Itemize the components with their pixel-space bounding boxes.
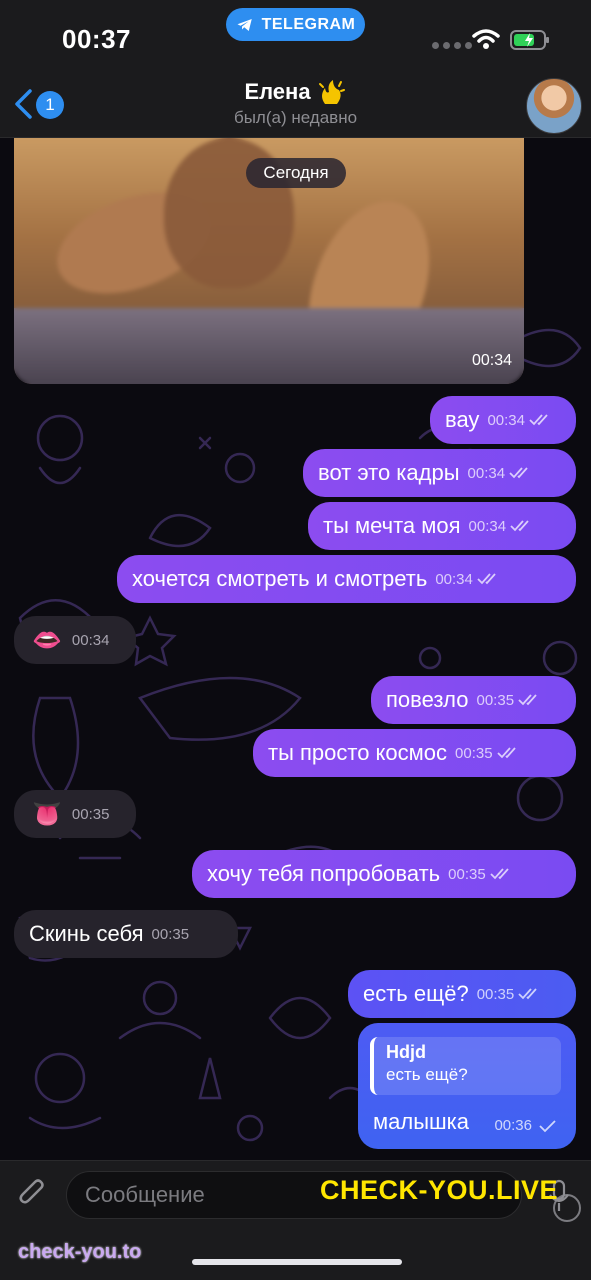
message-outgoing[interactable]: вау 00:34	[430, 396, 576, 444]
watermark-bottom: check-you.to	[18, 1241, 142, 1263]
check-icon	[539, 1119, 556, 1132]
message-text: Скинь себя	[29, 921, 144, 946]
reply-quote[interactable]: Hdjd есть ещё?	[370, 1037, 561, 1095]
chat-area[interactable]: 00:34 Сегодня вау 00:34 вот это кадры 00…	[0, 138, 591, 1160]
message-incoming[interactable]: 👅 00:35	[14, 790, 136, 838]
message-incoming[interactable]: 👄 00:34	[14, 616, 136, 664]
battery-icon	[510, 30, 549, 50]
message-outgoing[interactable]: ты просто космос 00:35	[253, 729, 576, 777]
double-check-icon	[496, 747, 516, 759]
paperclip-icon[interactable]	[16, 1177, 50, 1211]
double-check-icon	[477, 573, 496, 585]
chat-header: 1 Елена был(а) недавно	[0, 70, 591, 138]
double-check-icon	[490, 868, 509, 880]
contact-name: Елена	[244, 79, 311, 104]
chat-title[interactable]: Елена был(а) недавно	[0, 78, 591, 128]
message-outgoing[interactable]: хочу тебя попробовать 00:35	[192, 850, 576, 898]
lips-emoji-icon: 👄	[32, 626, 62, 654]
message-text: хочу тебя попробовать	[207, 861, 441, 886]
date-separator: Сегодня	[246, 158, 346, 188]
message-time: 00:34	[468, 517, 507, 535]
signal-icon	[432, 42, 472, 49]
message-time: 00:35	[476, 985, 515, 1003]
double-check-icon	[510, 520, 529, 532]
composer: CHECK-YOU.LIVE check-you.to	[0, 1160, 591, 1280]
message-time: 00:34	[71, 631, 110, 649]
message-text: повезло	[386, 687, 469, 712]
message-time: 00:34	[435, 570, 473, 588]
fire-emoji-icon	[318, 80, 345, 104]
message-time: 00:36	[494, 1117, 532, 1134]
video-time: 00:34	[471, 352, 512, 369]
quote-author: Hdjd	[386, 1042, 426, 1062]
avatar[interactable]	[526, 78, 582, 134]
telegram-pill-label: TELEGRAM	[261, 15, 356, 33]
reply-message[interactable]: Hdjd есть ещё? малышка 00:36	[358, 1023, 576, 1149]
message-text: ты мечта моя	[323, 513, 461, 538]
message-text: малышка	[373, 1109, 470, 1134]
message-text: вот это кадры	[318, 460, 460, 485]
message-outgoing[interactable]: ты мечта моя 00:34	[308, 502, 576, 550]
message-incoming[interactable]: Скинь себя 00:35	[14, 910, 238, 958]
tongue-emoji-icon: 👅	[32, 800, 62, 828]
message-outgoing[interactable]: хочется смотреть и смотреть 00:34	[117, 555, 576, 603]
double-check-icon	[518, 694, 537, 706]
message-time: 00:34	[487, 411, 525, 429]
message-text: ты просто космос	[268, 740, 448, 765]
message-time: 00:35	[455, 744, 493, 762]
telegram-icon	[237, 18, 252, 31]
message-outgoing[interactable]: есть ещё? 00:35	[348, 970, 576, 1018]
quote-text: есть ещё?	[386, 1065, 468, 1084]
message-time: 00:35	[476, 691, 515, 709]
message-outgoing[interactable]: вот это кадры 00:34	[303, 449, 576, 497]
wifi-icon	[472, 29, 500, 49]
message-outgoing[interactable]: повезло 00:35	[371, 676, 576, 724]
home-indicator[interactable]	[192, 1259, 402, 1265]
clock: 00:37	[62, 24, 131, 54]
status-bar: 00:37 TELEGRAM	[0, 0, 591, 70]
contact-status: был(а) недавно	[233, 108, 358, 127]
message-time: 00:35	[71, 805, 110, 823]
message-text: вау	[445, 407, 480, 432]
double-check-icon	[529, 414, 548, 426]
telegram-pill[interactable]: TELEGRAM	[226, 8, 365, 41]
message-time: 00:34	[467, 464, 506, 482]
message-time: 00:35	[151, 925, 190, 943]
double-check-icon	[509, 467, 528, 479]
watermark-top: CHECK-YOU.LIVE	[320, 1175, 559, 1205]
message-text: хочется смотреть и смотреть	[132, 566, 428, 591]
double-check-icon	[518, 988, 537, 1000]
message-text: есть ещё?	[363, 981, 469, 1006]
message-time: 00:35	[448, 865, 486, 883]
